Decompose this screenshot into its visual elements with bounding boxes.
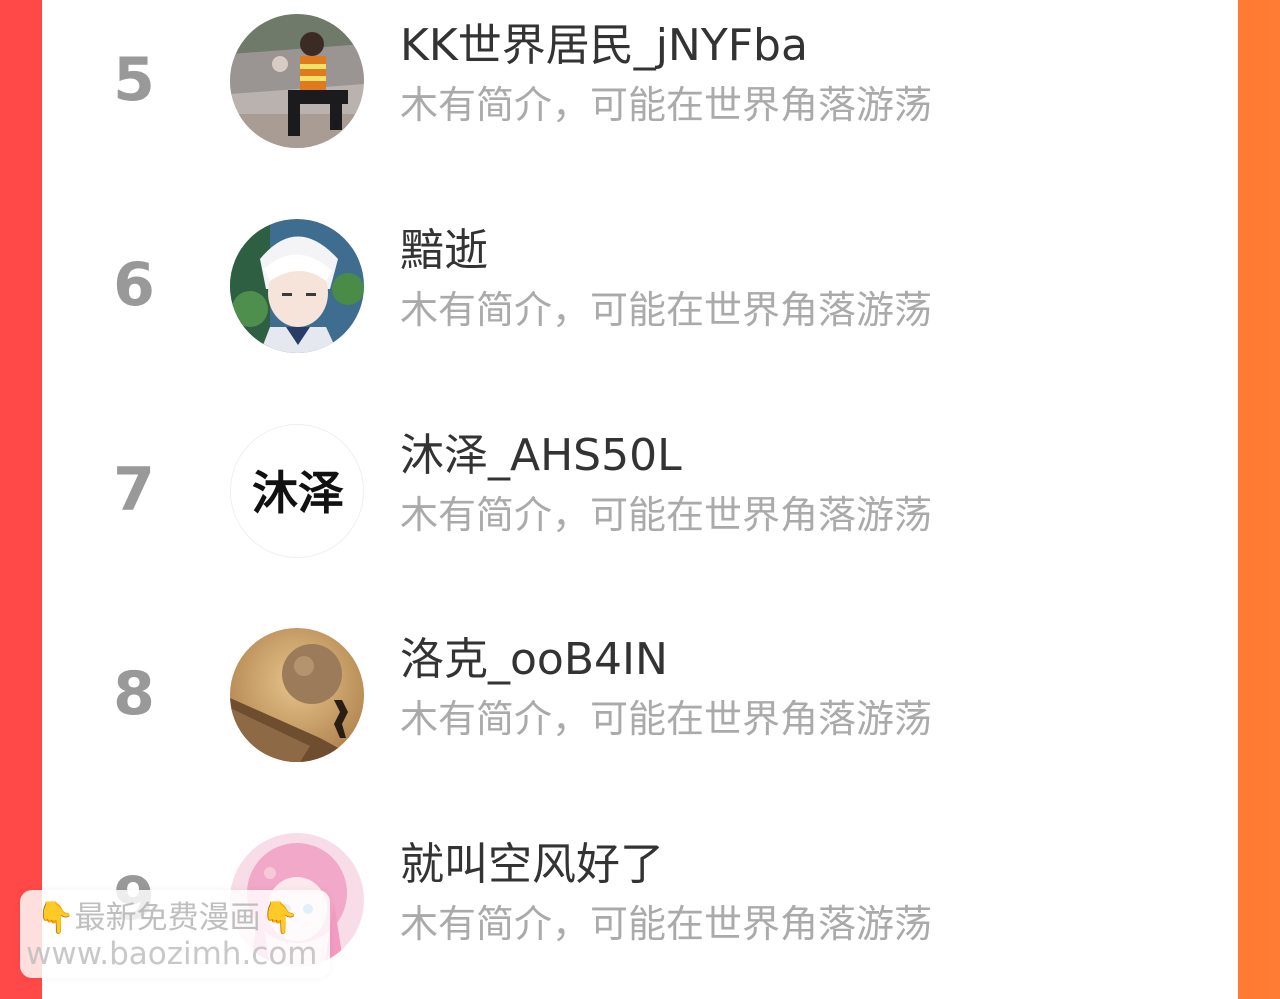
site-watermark: 👇最新免费漫画👇 www.baozimh.com: [20, 890, 330, 978]
avatar[interactable]: [230, 219, 364, 353]
ranking-row[interactable]: 5 KK世界居民_jNYFba 木有简介，可能在世界角落游荡: [42, 0, 1238, 160]
ranking-row[interactable]: 8 洛克_ooB4IN 木有简介，可能在世界角落游荡: [42, 614, 1238, 774]
avatar-calligraphy: 沐泽: [252, 466, 344, 520]
watermark-url: www.baozimh.com: [26, 936, 318, 972]
watermark-text: 最新免费漫画: [74, 900, 261, 936]
user-intro: 木有简介，可能在世界角落游荡: [400, 493, 933, 537]
user-name[interactable]: 黯逝: [400, 223, 488, 279]
user-name[interactable]: 洛克_ooB4IN: [400, 632, 668, 688]
watermark-headline: 👇最新免费漫画👇: [36, 900, 299, 936]
user-name[interactable]: 沐泽_AHS50L: [400, 428, 682, 484]
user-name[interactable]: KK世界居民_jNYFba: [400, 18, 808, 74]
pointing-down-icon: 👇: [36, 900, 75, 936]
rank-number: 8: [113, 659, 155, 729]
user-intro: 木有简介，可能在世界角落游荡: [400, 83, 933, 127]
pointing-down-icon: 👇: [260, 900, 300, 936]
rank-number: 6: [113, 250, 155, 320]
rank-number: 7: [113, 455, 155, 525]
user-intro: 木有简介，可能在世界角落游荡: [400, 288, 933, 332]
avatar[interactable]: 沐泽: [230, 424, 364, 558]
ranking-row[interactable]: 6 黯逝 木有简介，可能在世界角落游荡: [42, 205, 1238, 365]
ranking-list-panel: 5 KK世界居民_jNYFba 木有简介，可能在世界角落游荡 6 黯逝 木有简介…: [42, 0, 1238, 999]
ranking-row[interactable]: 7 沐泽 沐泽_AHS50L 木有简介，可能在世界角落游荡: [42, 410, 1238, 570]
avatar[interactable]: [230, 628, 364, 762]
user-intro: 木有简介，可能在世界角落游荡: [400, 902, 933, 946]
user-name[interactable]: 就叫空风好了: [400, 837, 664, 893]
avatar[interactable]: [230, 14, 364, 148]
rank-number: 5: [113, 45, 155, 115]
user-intro: 木有简介，可能在世界角落游荡: [400, 697, 933, 741]
